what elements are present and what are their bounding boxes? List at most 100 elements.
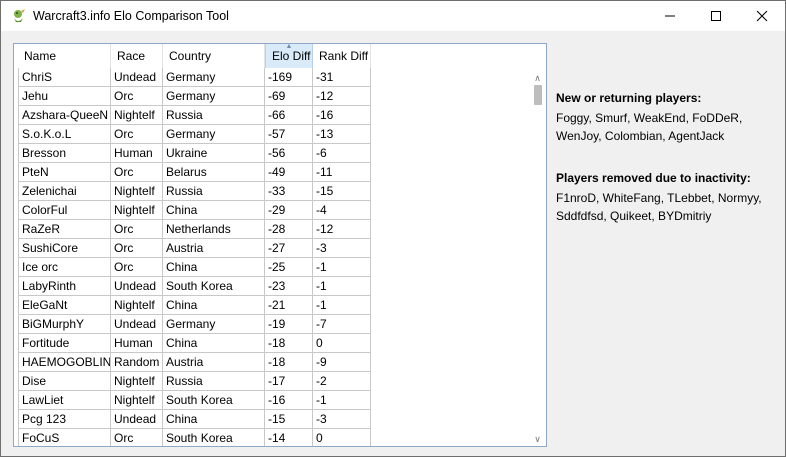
table-row[interactable]: Bresson Human Ukraine -56 -6 (18, 144, 371, 163)
table-row[interactable]: FoCuS Orc South Korea -14 0 (18, 429, 371, 446)
table-row[interactable]: Fortitude Human China -18 0 (18, 334, 371, 353)
cell-country[interactable]: China (163, 410, 265, 429)
cell-name[interactable]: LabyRinth (18, 277, 111, 296)
cell-elo-diff[interactable]: -29 (265, 201, 313, 220)
cell-elo-diff[interactable]: -18 (265, 353, 313, 372)
vertical-scrollbar[interactable]: ∧ ∨ (529, 68, 546, 446)
cell-name[interactable]: Dise (18, 372, 111, 391)
cell-race[interactable]: Orc (111, 125, 163, 144)
cell-race[interactable]: Orc (111, 258, 163, 277)
close-button[interactable] (739, 1, 785, 31)
table-row[interactable]: ColorFul Nightelf China -29 -4 (18, 201, 371, 220)
cell-name[interactable]: HAEMOGOBLIN (18, 353, 111, 372)
table-row[interactable]: LabyRinth Undead South Korea -23 -1 (18, 277, 371, 296)
cell-country[interactable]: Germany (163, 315, 265, 334)
cell-name[interactable]: S.o.K.o.L (18, 125, 111, 144)
cell-elo-diff[interactable]: -23 (265, 277, 313, 296)
cell-name[interactable]: Zelenichai (18, 182, 111, 201)
cell-country[interactable]: Ukraine (163, 144, 265, 163)
cell-country[interactable]: China (163, 258, 265, 277)
table-row[interactable]: Jehu Orc Germany -69 -12 (18, 87, 371, 106)
cell-elo-diff[interactable]: -19 (265, 315, 313, 334)
cell-race[interactable]: Orc (111, 429, 163, 446)
column-header-country[interactable]: Country (163, 44, 265, 68)
cell-name[interactable]: Ice orc (18, 258, 111, 277)
cell-race[interactable]: Orc (111, 87, 163, 106)
cell-race[interactable]: Random (111, 353, 163, 372)
cell-rank-diff[interactable]: -15 (313, 182, 371, 201)
table-row[interactable]: LawLiet Nightelf South Korea -16 -1 (18, 391, 371, 410)
cell-elo-diff[interactable]: -21 (265, 296, 313, 315)
cell-rank-diff[interactable]: -1 (313, 296, 371, 315)
cell-rank-diff[interactable]: -3 (313, 239, 371, 258)
cell-name[interactable]: SushiCore (18, 239, 111, 258)
cell-race[interactable]: Nightelf (111, 296, 163, 315)
cell-elo-diff[interactable]: -66 (265, 106, 313, 125)
cell-rank-diff[interactable]: -7 (313, 315, 371, 334)
cell-country[interactable]: Austria (163, 239, 265, 258)
scroll-down-arrow-icon[interactable]: ∨ (529, 432, 546, 446)
cell-country[interactable]: South Korea (163, 277, 265, 296)
cell-name[interactable]: EleGaNt (18, 296, 111, 315)
cell-country[interactable]: China (163, 334, 265, 353)
scrollbar-thumb[interactable] (534, 85, 542, 105)
cell-elo-diff[interactable]: -28 (265, 220, 313, 239)
cell-name[interactable]: ChriS (18, 68, 111, 87)
cell-rank-diff[interactable]: -11 (313, 163, 371, 182)
cell-country[interactable]: China (163, 296, 265, 315)
cell-rank-diff[interactable]: -1 (313, 391, 371, 410)
cell-country[interactable]: Netherlands (163, 220, 265, 239)
scroll-up-arrow-icon[interactable]: ∧ (529, 71, 546, 85)
table-row[interactable]: SushiCore Orc Austria -27 -3 (18, 239, 371, 258)
cell-elo-diff[interactable]: -17 (265, 372, 313, 391)
cell-elo-diff[interactable]: -169 (265, 68, 313, 87)
cell-rank-diff[interactable]: 0 (313, 429, 371, 446)
table-row[interactable]: PteN Orc Belarus -49 -11 (18, 163, 371, 182)
table-row[interactable]: BiGMurphY Undead Germany -19 -7 (18, 315, 371, 334)
cell-name[interactable]: RaZeR (18, 220, 111, 239)
cell-country[interactable]: Austria (163, 353, 265, 372)
cell-elo-diff[interactable]: -16 (265, 391, 313, 410)
table-row[interactable]: ChriS Undead Germany -169 -31 (18, 68, 371, 87)
cell-country[interactable]: South Korea (163, 429, 265, 446)
elo-comparison-grid[interactable]: Name Race Country ▲ Elo Diff Rank Diff Ch… (13, 43, 547, 447)
cell-rank-diff[interactable]: -1 (313, 277, 371, 296)
cell-rank-diff[interactable]: -3 (313, 410, 371, 429)
cell-elo-diff[interactable]: -33 (265, 182, 313, 201)
table-row[interactable]: HAEMOGOBLIN Random Austria -18 -9 (18, 353, 371, 372)
cell-elo-diff[interactable]: -18 (265, 334, 313, 353)
cell-elo-diff[interactable]: -49 (265, 163, 313, 182)
table-row[interactable]: RaZeR Orc Netherlands -28 -12 (18, 220, 371, 239)
cell-rank-diff[interactable]: -12 (313, 87, 371, 106)
cell-elo-diff[interactable]: -15 (265, 410, 313, 429)
cell-name[interactable]: Pcg 123 (18, 410, 111, 429)
column-header-elo-diff[interactable]: ▲ Elo Diff (265, 44, 313, 68)
cell-rank-diff[interactable]: -9 (313, 353, 371, 372)
cell-race[interactable]: Undead (111, 315, 163, 334)
table-row[interactable]: EleGaNt Nightelf China -21 -1 (18, 296, 371, 315)
column-header-name[interactable]: Name (18, 44, 111, 68)
cell-race[interactable]: Nightelf (111, 391, 163, 410)
cell-rank-diff[interactable]: 0 (313, 334, 371, 353)
cell-race[interactable]: Undead (111, 410, 163, 429)
cell-rank-diff[interactable]: -1 (313, 258, 371, 277)
table-row[interactable]: S.o.K.o.L Orc Germany -57 -13 (18, 125, 371, 144)
cell-race[interactable]: Human (111, 144, 163, 163)
cell-race[interactable]: Human (111, 334, 163, 353)
cell-country[interactable]: China (163, 201, 265, 220)
minimize-button[interactable] (647, 1, 693, 31)
table-row[interactable]: Dise Nightelf Russia -17 -2 (18, 372, 371, 391)
cell-name[interactable]: ColorFul (18, 201, 111, 220)
column-header-rank-diff[interactable]: Rank Diff (313, 44, 371, 68)
cell-rank-diff[interactable]: -6 (313, 144, 371, 163)
cell-country[interactable]: Germany (163, 87, 265, 106)
cell-rank-diff[interactable]: -12 (313, 220, 371, 239)
title-bar[interactable]: Warcraft3.info Elo Comparison Tool (1, 1, 785, 31)
cell-country[interactable]: Belarus (163, 163, 265, 182)
cell-race[interactable]: Orc (111, 239, 163, 258)
cell-race[interactable]: Nightelf (111, 106, 163, 125)
table-row[interactable]: Ice orc Orc China -25 -1 (18, 258, 371, 277)
cell-rank-diff[interactable]: -13 (313, 125, 371, 144)
cell-elo-diff[interactable]: -56 (265, 144, 313, 163)
cell-race[interactable]: Nightelf (111, 372, 163, 391)
